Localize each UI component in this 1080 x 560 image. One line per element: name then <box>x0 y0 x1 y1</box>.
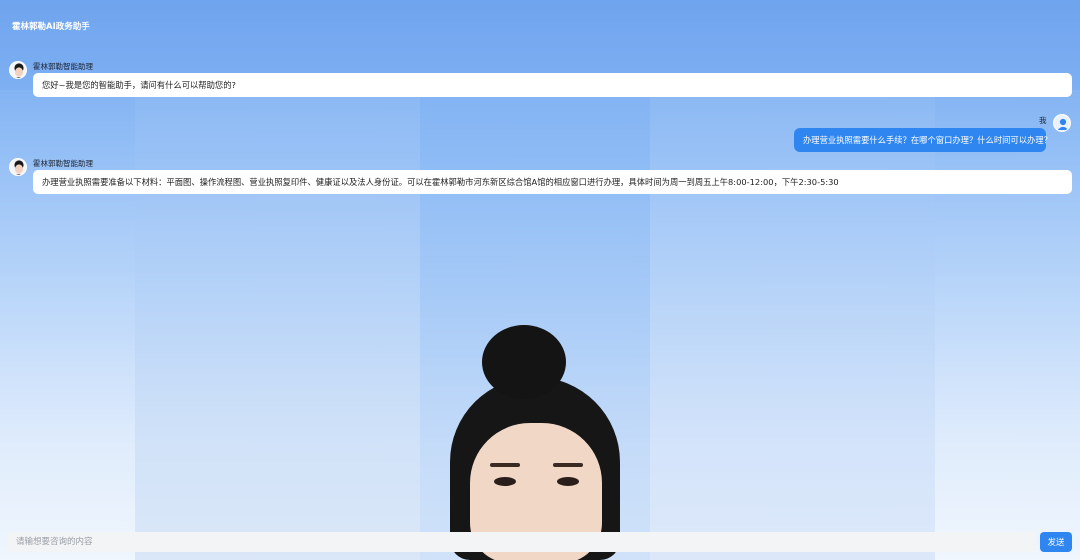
assistant-message-bubble: 办理营业执照需要准备以下材料：平面图、操作流程图、营业执照复印件、健康证以及法人… <box>33 170 1072 194</box>
user-message-bubble: 办理营业执照需要什么手续？在哪个窗口办理？什么时间可以办理？ <box>794 128 1052 152</box>
send-button[interactable]: 发送 <box>1040 532 1072 552</box>
chat-input[interactable] <box>8 532 1036 552</box>
background-panel <box>420 90 650 560</box>
background-panel <box>135 90 420 560</box>
background-panel <box>935 90 1080 560</box>
app-title: 霍林郭勒AI政务助手 <box>12 22 90 32</box>
background-panel <box>650 90 935 560</box>
message-sender: 霍林郭勒智能助理 <box>33 159 93 168</box>
assistant-avatar-icon <box>9 61 27 79</box>
assistant-message-bubble: 您好~我是您的智能助手，请问有什么可以帮助您的? <box>33 73 1072 97</box>
assistant-avatar-icon <box>9 158 27 176</box>
message-sender: 霍林郭勒智能助理 <box>33 62 93 71</box>
background-photo <box>440 325 640 560</box>
message-sender: 我 <box>1039 116 1047 125</box>
user-avatar-icon <box>1053 114 1071 132</box>
